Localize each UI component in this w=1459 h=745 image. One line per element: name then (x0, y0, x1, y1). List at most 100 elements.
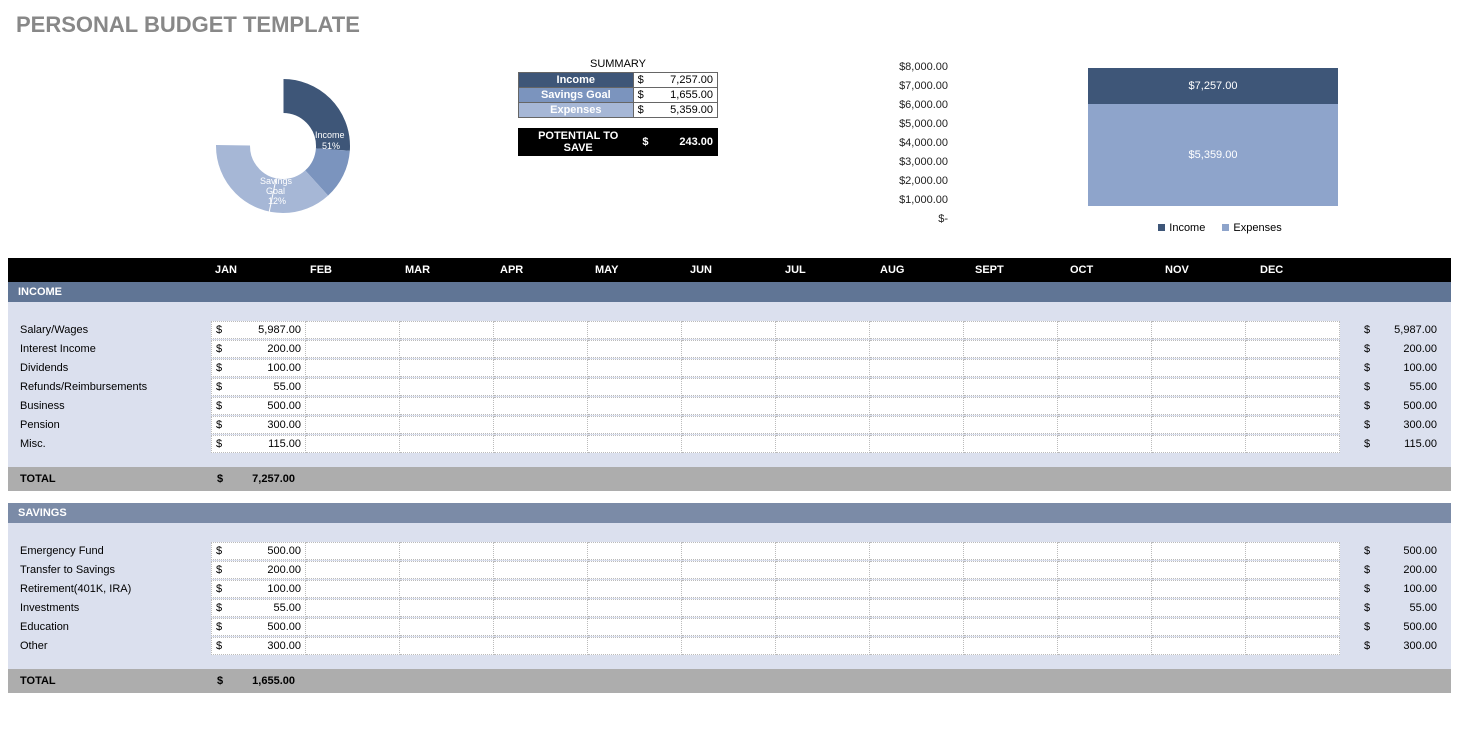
data-cell[interactable] (1246, 561, 1340, 579)
data-cell[interactable] (1058, 580, 1152, 598)
data-cell[interactable] (870, 340, 964, 358)
data-cell[interactable] (1152, 397, 1246, 415)
data-cell[interactable] (1058, 542, 1152, 560)
data-cell[interactable] (682, 542, 776, 560)
data-cell[interactable] (306, 321, 400, 339)
data-cell[interactable] (1246, 359, 1340, 377)
data-cell[interactable] (682, 580, 776, 598)
data-cell[interactable]: $5,987.00 (211, 321, 306, 339)
data-cell[interactable]: $55.00 (211, 599, 306, 617)
data-cell[interactable] (964, 435, 1058, 453)
data-cell[interactable] (588, 340, 682, 358)
data-cell[interactable] (682, 340, 776, 358)
data-cell[interactable] (776, 416, 870, 434)
data-cell[interactable] (588, 321, 682, 339)
summary-savings-value[interactable]: $1,655.00 (633, 88, 717, 103)
data-cell[interactable] (1058, 599, 1152, 617)
data-cell[interactable] (1246, 580, 1340, 598)
data-cell[interactable] (964, 340, 1058, 358)
data-cell[interactable] (776, 378, 870, 396)
data-cell[interactable] (1152, 599, 1246, 617)
data-cell[interactable] (1246, 378, 1340, 396)
data-cell[interactable] (588, 580, 682, 598)
data-cell[interactable] (682, 378, 776, 396)
data-cell[interactable] (306, 416, 400, 434)
data-cell[interactable] (400, 359, 494, 377)
data-cell[interactable] (776, 359, 870, 377)
data-cell[interactable] (1058, 397, 1152, 415)
data-cell[interactable] (494, 378, 588, 396)
data-cell[interactable]: $115.00 (211, 435, 306, 453)
data-cell[interactable] (870, 618, 964, 636)
data-cell[interactable] (400, 618, 494, 636)
data-cell[interactable] (588, 637, 682, 655)
data-cell[interactable] (400, 561, 494, 579)
data-cell[interactable] (400, 542, 494, 560)
data-cell[interactable]: $55.00 (211, 378, 306, 396)
data-cell[interactable] (1152, 416, 1246, 434)
data-cell[interactable] (306, 542, 400, 560)
data-cell[interactable] (1246, 542, 1340, 560)
data-cell[interactable] (682, 321, 776, 339)
data-cell[interactable] (1152, 321, 1246, 339)
data-cell[interactable] (494, 435, 588, 453)
data-cell[interactable] (306, 618, 400, 636)
data-cell[interactable] (306, 637, 400, 655)
data-cell[interactable] (306, 359, 400, 377)
data-cell[interactable] (400, 580, 494, 598)
data-cell[interactable] (494, 561, 588, 579)
data-cell[interactable] (400, 637, 494, 655)
data-cell[interactable] (588, 618, 682, 636)
data-cell[interactable]: $500.00 (211, 397, 306, 415)
data-cell[interactable] (964, 359, 1058, 377)
data-cell[interactable] (1152, 637, 1246, 655)
data-cell[interactable] (1058, 561, 1152, 579)
data-cell[interactable] (1058, 378, 1152, 396)
data-cell[interactable] (588, 378, 682, 396)
data-cell[interactable] (400, 599, 494, 617)
data-cell[interactable] (306, 340, 400, 358)
data-cell[interactable] (588, 542, 682, 560)
data-cell[interactable] (494, 580, 588, 598)
data-cell[interactable] (682, 561, 776, 579)
data-cell[interactable] (1152, 580, 1246, 598)
data-cell[interactable] (588, 397, 682, 415)
data-cell[interactable] (588, 561, 682, 579)
data-cell[interactable] (306, 599, 400, 617)
data-cell[interactable] (776, 397, 870, 415)
data-cell[interactable] (1152, 542, 1246, 560)
data-cell[interactable] (494, 321, 588, 339)
data-cell[interactable] (494, 599, 588, 617)
data-cell[interactable] (1152, 561, 1246, 579)
data-cell[interactable] (776, 637, 870, 655)
data-cell[interactable] (306, 397, 400, 415)
data-cell[interactable] (400, 321, 494, 339)
data-cell[interactable] (400, 397, 494, 415)
data-cell[interactable] (1058, 435, 1152, 453)
data-cell[interactable] (1058, 359, 1152, 377)
data-cell[interactable] (964, 416, 1058, 434)
data-cell[interactable] (870, 580, 964, 598)
data-cell[interactable] (776, 580, 870, 598)
data-cell[interactable] (682, 637, 776, 655)
data-cell[interactable] (1246, 637, 1340, 655)
data-cell[interactable] (588, 416, 682, 434)
data-cell[interactable]: $200.00 (211, 340, 306, 358)
data-cell[interactable] (870, 321, 964, 339)
data-cell[interactable] (870, 435, 964, 453)
data-cell[interactable] (682, 416, 776, 434)
data-cell[interactable] (588, 599, 682, 617)
data-cell[interactable]: $100.00 (211, 580, 306, 598)
data-cell[interactable] (870, 637, 964, 655)
data-cell[interactable] (1246, 397, 1340, 415)
summary-expenses-value[interactable]: $5,359.00 (633, 103, 717, 118)
data-cell[interactable] (588, 359, 682, 377)
data-cell[interactable] (494, 397, 588, 415)
data-cell[interactable] (1152, 435, 1246, 453)
data-cell[interactable] (964, 542, 1058, 560)
data-cell[interactable] (964, 378, 1058, 396)
data-cell[interactable] (494, 340, 588, 358)
data-cell[interactable] (964, 637, 1058, 655)
data-cell[interactable] (306, 378, 400, 396)
data-cell[interactable] (494, 637, 588, 655)
